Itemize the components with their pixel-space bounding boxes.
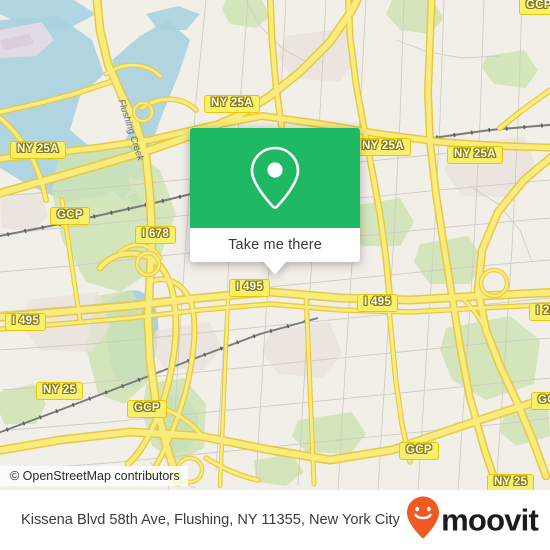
road-shield: GCP xyxy=(127,400,167,418)
map-canvas[interactable]: Flushing Creek GCP NY 25A NY 25A NY 25A … xyxy=(0,0,550,490)
map-pin-icon xyxy=(247,145,303,211)
road-shield: NY 25A xyxy=(447,146,503,164)
road-shield: I 295 xyxy=(529,303,550,321)
road-shield: I 678 xyxy=(135,226,177,244)
map-screenshot: Flushing Creek GCP NY 25A NY 25A NY 25A … xyxy=(0,0,550,550)
osm-attribution[interactable]: © OpenStreetMap contributors xyxy=(0,466,188,486)
popup-header xyxy=(190,128,360,228)
road-shield: GCP xyxy=(531,392,550,410)
road-shield: NY 25A xyxy=(355,138,411,156)
road-shield: NY 25 xyxy=(36,382,84,400)
bottom-info-bar: Kissena Blvd 58th Ave, Flushing, NY 1135… xyxy=(0,490,550,550)
road-shield: I 495 xyxy=(229,279,271,297)
road-shield: GCP xyxy=(399,442,439,460)
address-text: Kissena Blvd 58th Ave, Flushing, NY 1135… xyxy=(21,512,400,528)
moovit-pin-smiley-icon xyxy=(406,496,440,545)
road-shield: NY 25A xyxy=(204,95,260,113)
road-shield: GCP xyxy=(519,0,550,15)
moovit-brand[interactable]: moovit xyxy=(406,496,539,545)
road-shield: NY 25 xyxy=(487,474,535,490)
moovit-wordmark: moovit xyxy=(441,502,539,538)
popup-pointer-tail xyxy=(264,262,286,275)
road-shield: I 495 xyxy=(357,294,399,312)
take-me-there-label: Take me there xyxy=(228,237,322,253)
location-popup-card[interactable]: Take me there xyxy=(190,128,360,275)
popup-footer[interactable]: Take me there xyxy=(190,228,360,275)
road-shield: GCP xyxy=(50,207,90,225)
road-shield: NY 25A xyxy=(10,141,66,159)
road-shield: I 495 xyxy=(5,313,47,331)
